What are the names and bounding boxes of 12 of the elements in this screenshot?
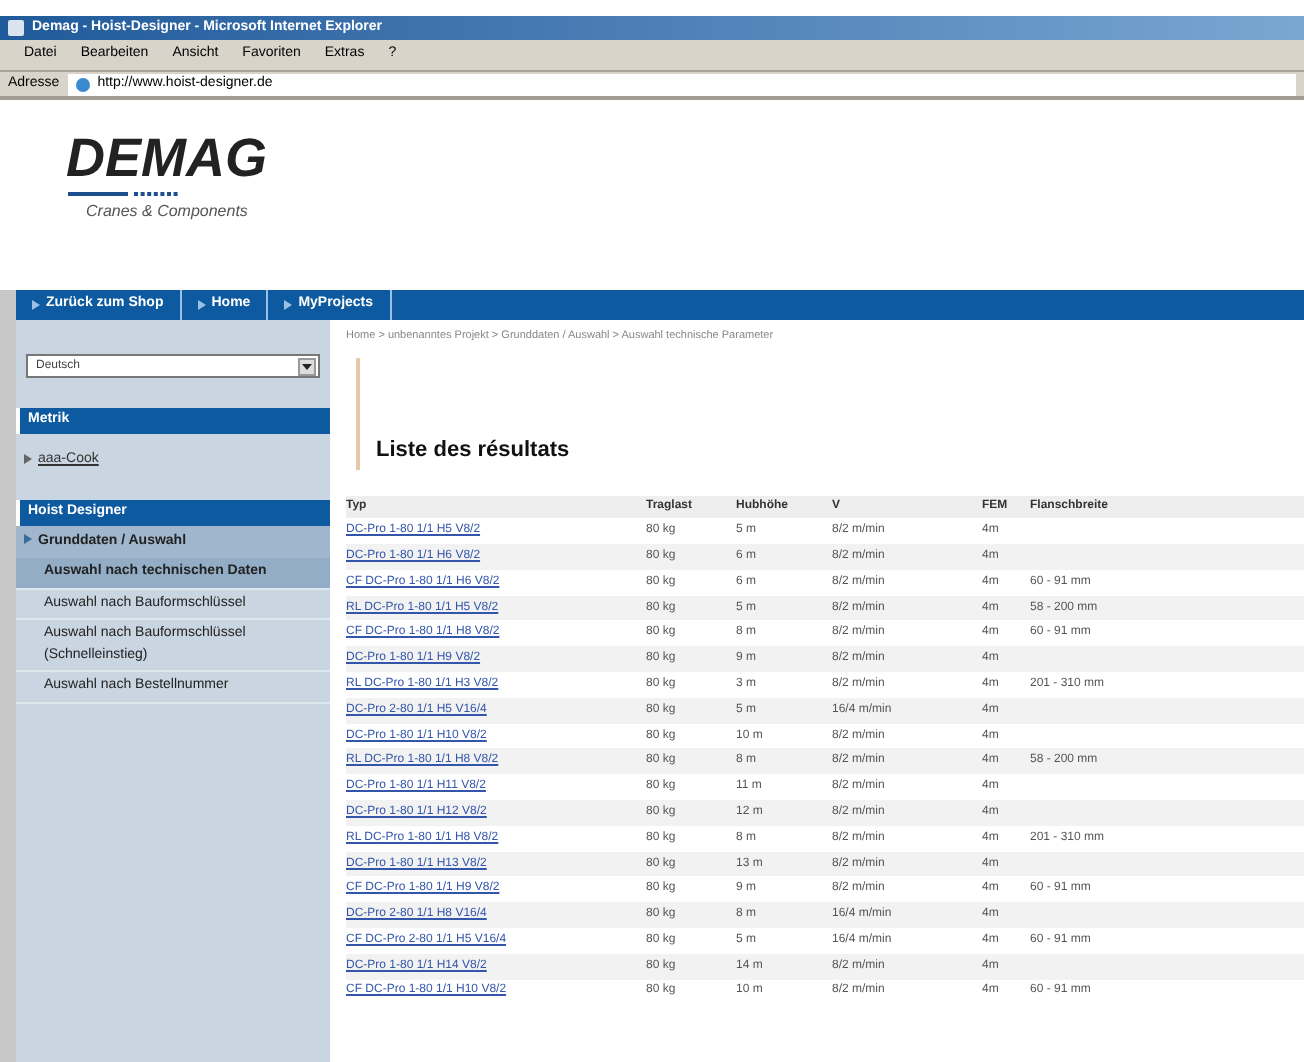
page-heading: Liste des résultats bbox=[376, 435, 570, 466]
bullet-arrow-icon bbox=[24, 453, 32, 464]
dropdown-arrow-icon bbox=[298, 357, 316, 375]
bullet-arrow-icon bbox=[197, 300, 206, 310]
logo-underline-drawing bbox=[68, 192, 180, 198]
bullet-arrow-icon bbox=[24, 534, 32, 545]
browser-icon bbox=[8, 20, 24, 36]
page-icon bbox=[75, 77, 90, 91]
bullet-arrow-icon bbox=[32, 300, 40, 310]
logo-tagline: Cranes & Components bbox=[86, 200, 250, 224]
bullet-arrow-icon bbox=[284, 300, 293, 310]
logo-wordmark: DEMAG bbox=[66, 132, 269, 186]
